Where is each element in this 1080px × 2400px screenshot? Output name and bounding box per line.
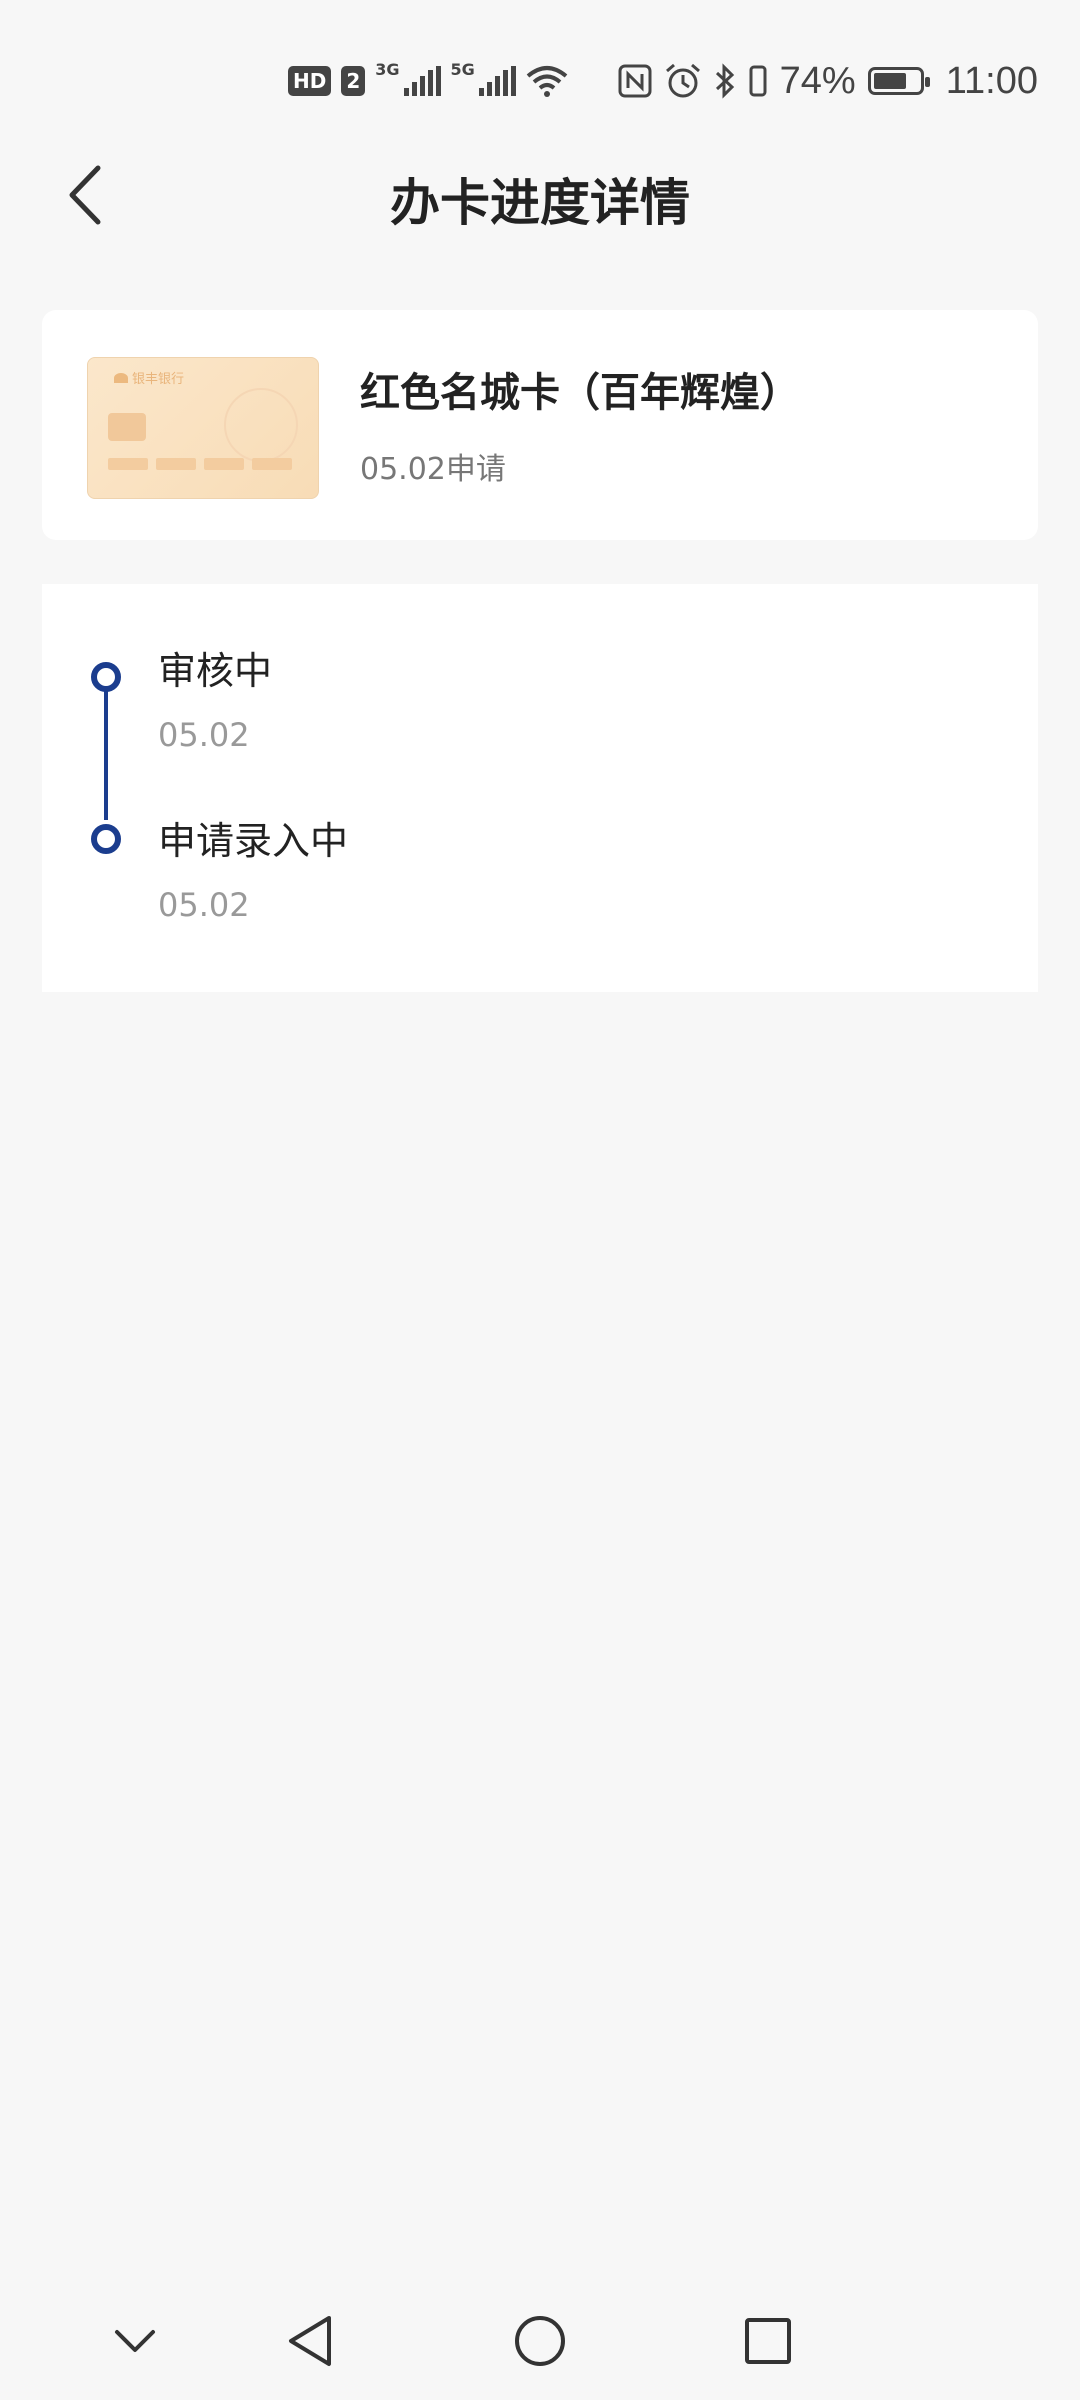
nav-recent-button[interactable] [708,2282,828,2400]
battery-percent: 74% [779,59,856,102]
card-name: 红色名城卡（百年辉煌） [360,370,800,416]
status-right: 74% 11:00 [618,60,1038,102]
timeline-step-title: 审核中 [158,649,273,693]
home-circle-icon [515,2316,565,2366]
collapse-button[interactable] [75,2282,195,2400]
collapse-icon [115,2330,155,2352]
card-apply-date: 05.02申请 [360,452,506,487]
vibrate-icon [749,65,767,97]
card-chip-icon [108,413,146,441]
timeline-step-date: 05.02 [158,886,250,924]
card-image: 银丰银行 [87,357,319,499]
status-left: HD 2 3G 5G [288,60,568,102]
timeline-dot [91,662,121,692]
battery-icon [867,67,930,95]
timeline-step-date: 05.02 [158,716,250,754]
timeline-step-title: 申请录入中 [158,819,349,863]
clock: 11:00 [945,59,1038,102]
wifi-icon [526,66,568,97]
recent-square-icon [745,2318,791,2364]
battery-fill [873,73,907,89]
bluetooth-icon [715,63,734,99]
nav-back-button[interactable] [250,2282,370,2400]
hd-icon: HD [288,66,332,96]
system-nav-bar [0,2282,1080,2400]
bank-logo: 银丰银行 [114,368,184,387]
progress-timeline: 审核中 05.02 申请录入中 05.02 [42,584,1038,992]
signal-icon [403,66,441,96]
sim-icon: 2 [341,66,366,96]
alarm-icon [665,63,700,98]
page-title: 办卡进度详情 [390,174,690,232]
status-bar: HD 2 3G 5G 74% 11:00 [0,0,1080,160]
back-triangle-icon [289,2316,331,2366]
network-type-1: 3G [375,59,400,79]
signal-icon-2 [478,66,516,96]
card-summary[interactable]: 银丰银行 红色名城卡（百年辉煌） 05.02申请 [42,310,1038,540]
nav-home-button[interactable] [480,2282,600,2400]
timeline-connector [104,676,108,820]
network-type-2: 5G [450,59,475,79]
nfc-icon [618,64,652,98]
timeline-dot [91,824,121,854]
